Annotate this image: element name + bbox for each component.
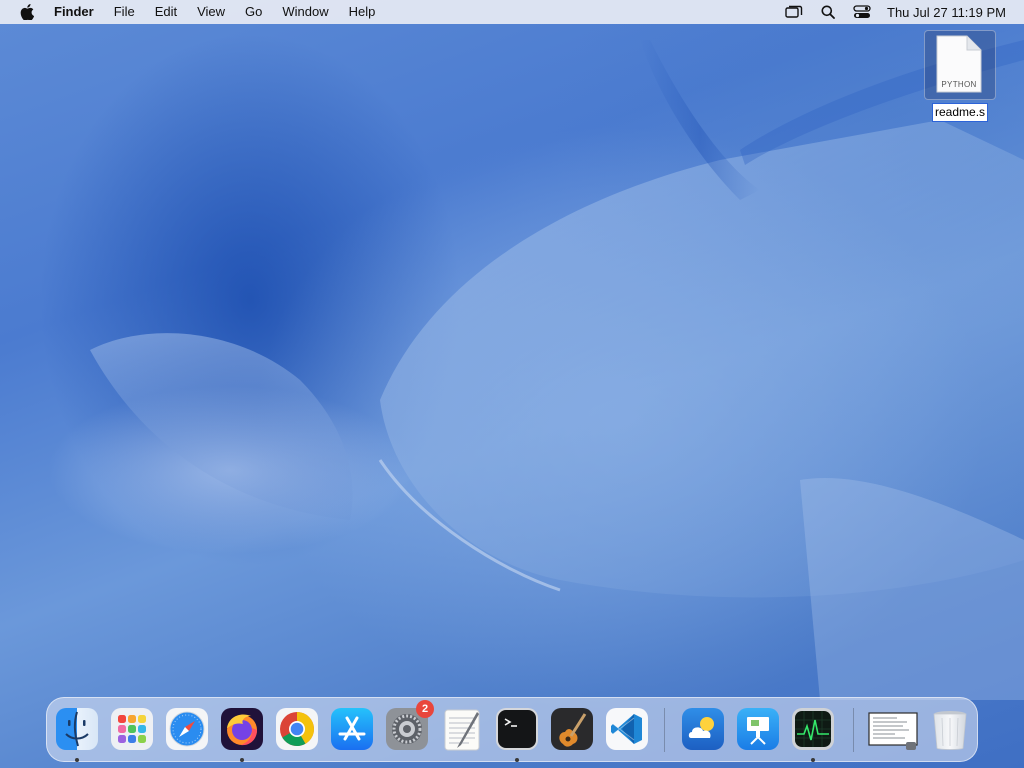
dock-running-indicator [75, 758, 79, 762]
chrome-icon [276, 708, 318, 750]
desktop-file-item[interactable]: PYTHON readme.s [924, 30, 996, 125]
notification-badge: 2 [416, 700, 434, 718]
file-type-label: PYTHON [941, 80, 977, 89]
dock-app-garageband[interactable] [549, 706, 595, 752]
file-name-input[interactable]: readme.s [932, 103, 989, 122]
dock-running-indicator [811, 758, 815, 762]
menu-go[interactable]: Go [235, 0, 272, 24]
menu-app-name[interactable]: Finder [50, 0, 104, 24]
keynote-icon [737, 708, 779, 750]
trash-icon [933, 711, 967, 750]
dock-separator [853, 708, 854, 752]
textedit-icon [444, 709, 480, 751]
firefox-icon [221, 708, 263, 750]
screen-mirroring-icon[interactable] [783, 0, 805, 24]
dock-running-indicator [240, 758, 244, 762]
dock-app-finder[interactable] [54, 706, 100, 752]
launchpad-icon [111, 708, 153, 750]
weather-icon [682, 708, 724, 750]
dock-app-terminal[interactable] [494, 706, 540, 752]
dock-app-vscode[interactable] [604, 706, 650, 752]
apple-logo-icon[interactable] [16, 0, 38, 24]
garageband-icon [551, 708, 593, 750]
dock-app-safari[interactable] [164, 706, 210, 752]
dock-app-system-settings[interactable]: 2 [384, 700, 434, 752]
dock-app-activity-monitor[interactable] [790, 706, 836, 752]
vscode-icon [606, 708, 648, 750]
dock-app-keynote[interactable] [735, 706, 781, 752]
wallpaper-art [90, 40, 1024, 700]
activity-monitor-icon [792, 708, 834, 750]
menu-window[interactable]: Window [272, 0, 338, 24]
dock-app-launchpad[interactable] [109, 706, 155, 752]
terminal-icon [496, 708, 538, 750]
menu-file[interactable]: File [104, 0, 145, 24]
desktop[interactable]: Finder File Edit View Go Window Help Thu… [0, 0, 1024, 768]
dock-separator [664, 708, 665, 752]
menu-view[interactable]: View [187, 0, 235, 24]
finder-icon [56, 708, 98, 750]
dock-app-textedit[interactable] [439, 706, 485, 752]
dock-app-app-store[interactable] [329, 706, 375, 752]
menu-help[interactable]: Help [339, 0, 386, 24]
minimized-window-icon [868, 712, 918, 750]
dock-minimized-window[interactable] [867, 706, 919, 752]
safari-icon [166, 708, 208, 750]
dock: 2 [46, 697, 978, 762]
control-center-icon[interactable] [851, 0, 873, 24]
menu-bar: Finder File Edit View Go Window Help Thu… [0, 0, 1024, 24]
dock-app-weather[interactable] [680, 706, 726, 752]
dock-trash[interactable] [927, 706, 973, 752]
menu-bar-clock[interactable]: Thu Jul 27 11:19 PM [887, 5, 1006, 20]
spotlight-search-icon[interactable] [817, 0, 839, 24]
dock-running-indicator [515, 758, 519, 762]
dock-app-chrome[interactable] [274, 706, 320, 752]
menu-edit[interactable]: Edit [145, 0, 187, 24]
app-store-icon [331, 708, 373, 750]
dock-app-firefox[interactable] [219, 706, 265, 752]
